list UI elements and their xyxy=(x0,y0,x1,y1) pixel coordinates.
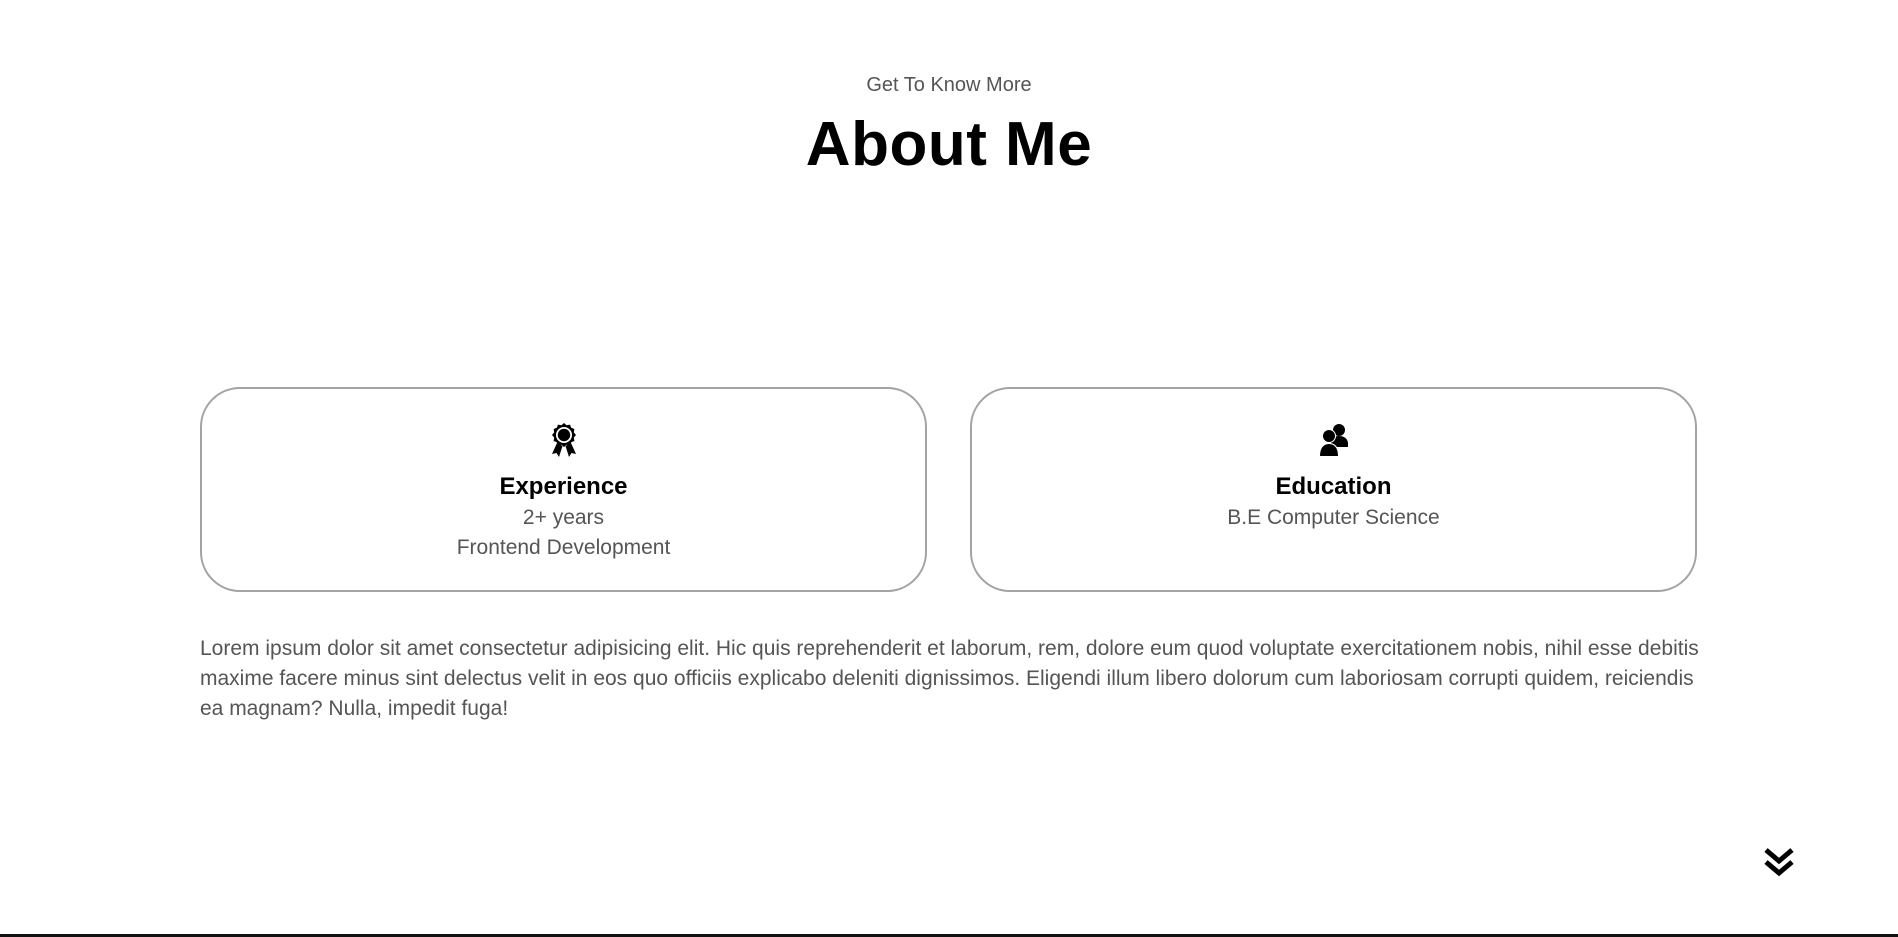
education-title: Education xyxy=(1275,473,1392,500)
about-description: Lorem ipsum dolor sit amet consectetur a… xyxy=(200,637,1699,720)
experience-field: Frontend Development xyxy=(456,536,671,559)
experience-card: Experience 2+ years Frontend Development xyxy=(200,387,927,592)
experience-years: 2+ years xyxy=(522,506,605,529)
award-icon xyxy=(202,422,925,458)
users-icon xyxy=(972,422,1695,458)
double-chevron-down-icon[interactable] xyxy=(1763,846,1795,878)
section-subtitle: Get To Know More xyxy=(866,74,1032,96)
education-degree: B.E Computer Science xyxy=(1227,506,1440,529)
section-title: About Me xyxy=(805,110,1093,179)
experience-title: Experience xyxy=(499,473,628,500)
education-card: Education B.E Computer Science xyxy=(970,387,1697,592)
